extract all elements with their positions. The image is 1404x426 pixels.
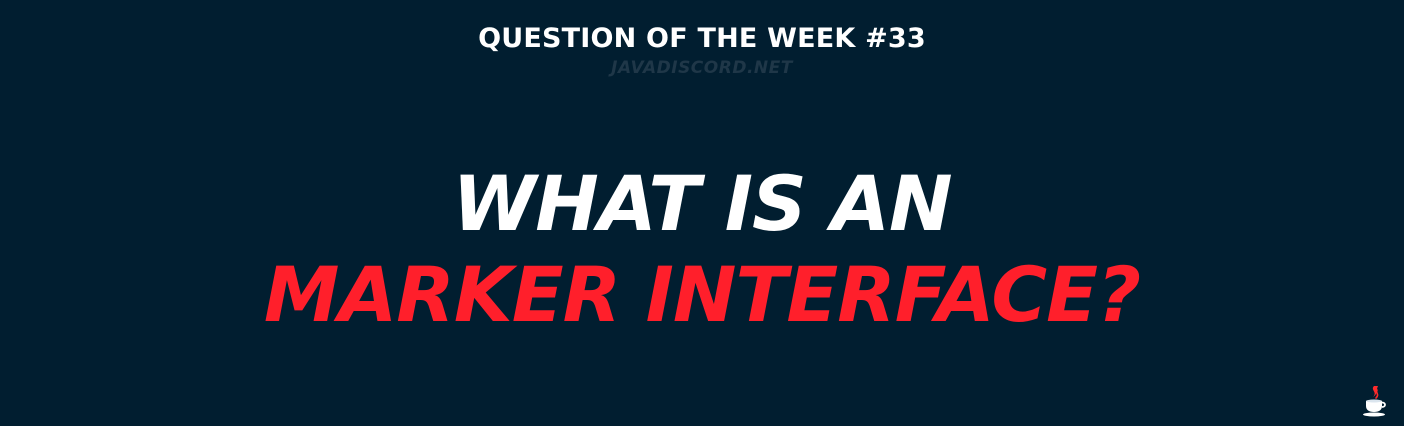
series-title: QUESTION OF THE WEEK #33 [478, 23, 926, 54]
headline-line-2: MARKER INTERFACE? [263, 250, 1141, 339]
website-label: JAVADISCORD.NET [611, 58, 793, 78]
java-coffee-cup-icon [1360, 384, 1390, 418]
headline-line-1: WHAT IS AN [452, 159, 952, 248]
question-banner: QUESTION OF THE WEEK #33 JAVADISCORD.NET… [0, 0, 1404, 426]
